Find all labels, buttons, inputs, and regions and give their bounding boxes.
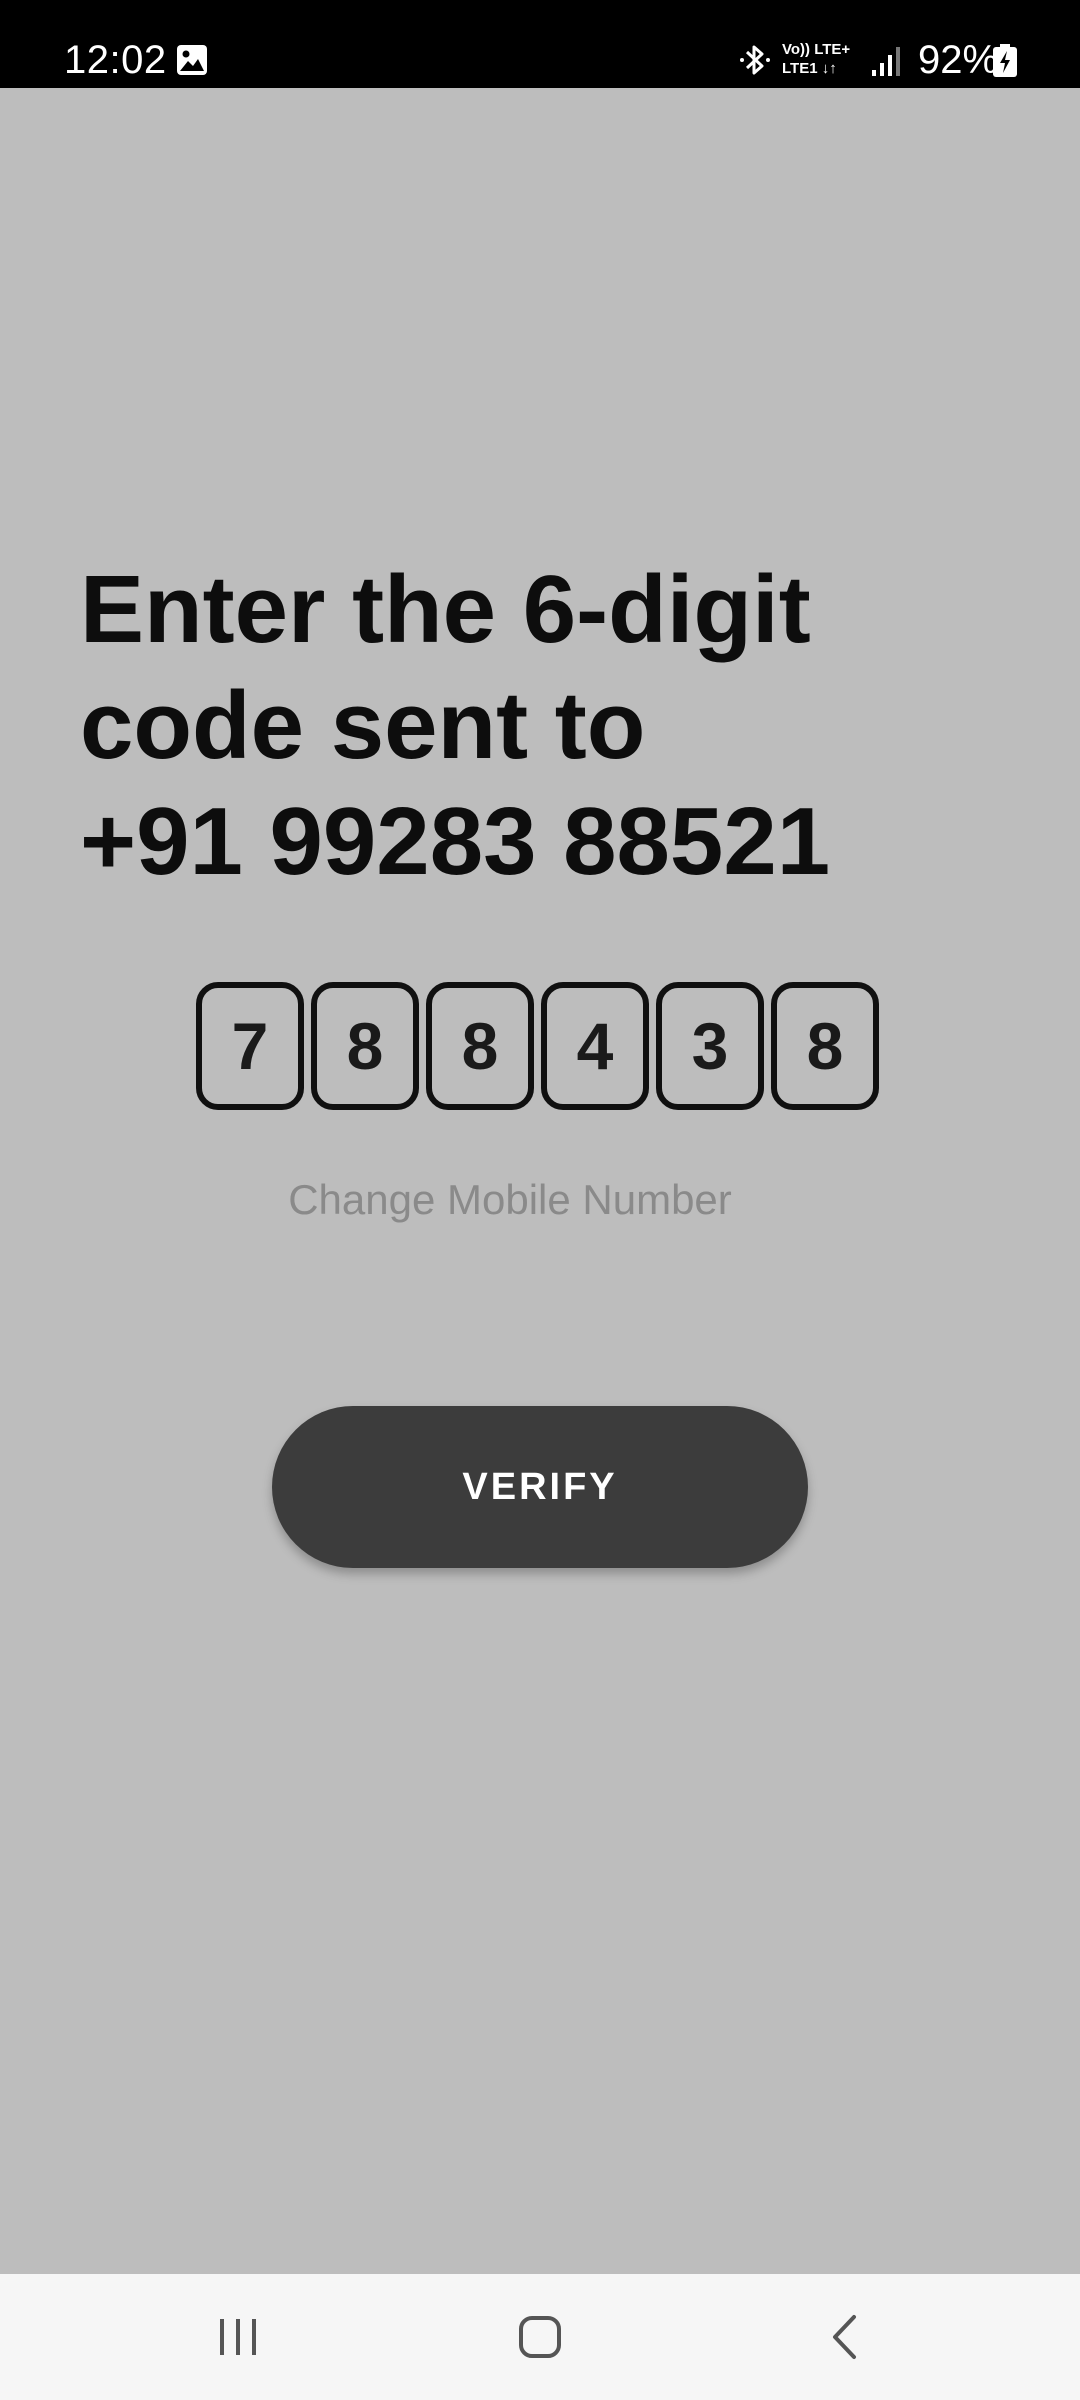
recent-apps-icon <box>220 2319 256 2355</box>
gallery-icon <box>177 45 207 75</box>
heading-line-1: Enter the 6-digit <box>80 556 811 663</box>
otp-digit-1[interactable]: 7 <box>196 982 304 1110</box>
otp-digit-4[interactable]: 4 <box>541 982 649 1110</box>
back-button[interactable] <box>774 2294 914 2380</box>
network-line-2: LTE1 ↓↑ <box>782 60 837 77</box>
otp-digit-5[interactable]: 3 <box>656 982 764 1110</box>
status-bar: 12:02 Vo)) LTE+ LTE1 ↓↑ 92% <box>0 0 1080 88</box>
navigation-bar <box>0 2274 1080 2400</box>
heading-line-3-phone-number: +91 99283 88521 <box>80 788 831 895</box>
otp-digit-3[interactable]: 8 <box>426 982 534 1110</box>
status-time: 12:02 <box>64 38 167 82</box>
otp-digit-6[interactable]: 8 <box>771 982 879 1110</box>
home-icon <box>519 2316 561 2358</box>
change-mobile-number-link[interactable]: Change Mobile Number <box>0 1172 1020 1228</box>
otp-heading: Enter the 6-digit code sent to +91 99283… <box>80 552 1040 900</box>
bluetooth-icon <box>740 45 770 75</box>
recent-apps-button[interactable] <box>168 2294 308 2380</box>
battery-charging-icon <box>993 44 1017 77</box>
verify-button[interactable]: VERIFY <box>272 1406 808 1568</box>
signal-icon <box>872 47 900 76</box>
battery-percentage: 92% <box>918 38 999 82</box>
home-button[interactable] <box>470 2294 610 2380</box>
heading-line-2: code sent to <box>80 672 646 779</box>
back-icon <box>833 2315 856 2359</box>
network-line-1: Vo)) LTE+ <box>782 41 851 58</box>
network-indicator: Vo)) LTE+ LTE1 ↓↑ <box>782 40 866 82</box>
otp-digit-2[interactable]: 8 <box>311 982 419 1110</box>
